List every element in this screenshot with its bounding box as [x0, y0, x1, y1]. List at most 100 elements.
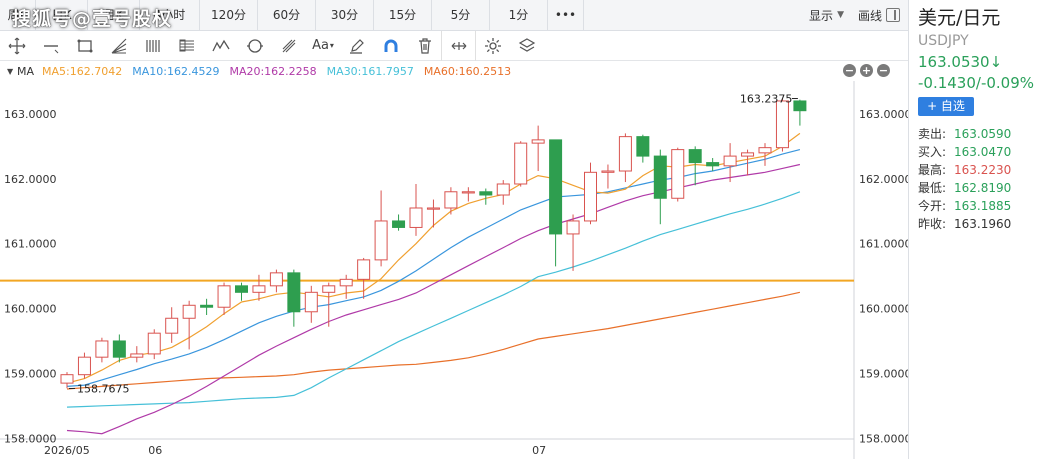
candle-body [775, 100, 789, 149]
candle-body [200, 304, 214, 308]
period-tab[interactable]: 5分 [432, 0, 490, 31]
quote-row: 最高: 163.2230 [918, 161, 1050, 179]
candle-body [304, 291, 318, 313]
candle-body [671, 149, 685, 199]
fib-icon[interactable] [170, 31, 204, 61]
period-tabs: 周K 日K 月K 4小时 120分 60分 30分 15分 5分 1分 ••• 显示 ▼ 画线 [0, 0, 908, 31]
magnet-icon[interactable] [374, 31, 408, 61]
price-change: -0.1430/-0.09% [918, 74, 1035, 92]
quote-label: 买入: [918, 145, 947, 159]
candle-body [252, 285, 266, 293]
quote-value: 163.1960 [954, 217, 1012, 231]
fan-icon[interactable] [102, 31, 136, 61]
settings-icon[interactable] [476, 31, 510, 61]
candle-body [584, 171, 597, 222]
candle-body [723, 155, 737, 167]
x-tick-label: 06 [148, 444, 162, 457]
candle-body [514, 142, 528, 185]
candle-body [793, 100, 807, 112]
quote-row: 卖出: 163.0590 [918, 125, 1050, 143]
y-tick-label-right: 163.0000 [859, 108, 908, 121]
x-tick-label: 07 [532, 444, 546, 457]
bars-icon[interactable] [136, 31, 170, 61]
ma5-line [66, 132, 801, 384]
ma-name: MA [17, 64, 35, 78]
trash-icon[interactable] [408, 30, 442, 61]
toolbar-right: 显示 ▼ 画线 [809, 0, 908, 30]
candle-body [77, 356, 91, 376]
candle-body [444, 191, 458, 209]
crosshair-icon[interactable] [0, 31, 34, 61]
quote-list: 卖出: 163.0590 买入: 163.0470 最高: 163.2230 最低: 162.… [918, 125, 1050, 233]
pen-icon[interactable] [340, 31, 374, 61]
candle-body [130, 353, 144, 358]
kline-chart-svg: 163.0000 163.0000 162.0000 162.0000 161.0000… [0, 81, 908, 459]
layers-icon[interactable] [510, 31, 544, 61]
candle-body [374, 220, 388, 261]
period-tab[interactable]: 60分 [258, 0, 316, 31]
candle-body [706, 162, 720, 167]
candle-body [426, 207, 440, 210]
ma30-value: MA30:161.7957 [326, 64, 414, 78]
drawing-toolbar: Aa ▾ [0, 30, 908, 61]
quote-row: 买入: 163.0470 [918, 143, 1050, 161]
add-watchlist-button[interactable]: + 自选 [918, 97, 974, 116]
period-tab[interactable]: 月K [88, 0, 140, 31]
quote-row: 昨收: 163.1960 [918, 215, 1050, 233]
period-tab[interactable]: 30分 [316, 0, 374, 31]
period-tab[interactable]: 4小时 [140, 0, 200, 31]
minimize-icon[interactable]: − [843, 64, 856, 77]
high-annotation: 163.2375 [740, 93, 793, 106]
period-tab[interactable]: 日K [36, 0, 88, 31]
quote-label: 今开: [918, 199, 947, 213]
ma5-value: MA5:162.7042 [42, 64, 123, 78]
ma-toggle-icon[interactable]: ▼ [7, 67, 17, 76]
draw-line-button[interactable]: 画线 [858, 7, 900, 24]
y-tick-label-right: 161.0000 [859, 238, 908, 251]
quote-value: 163.0470 [954, 145, 1012, 159]
period-list: 周K 日K 月K 4小时 120分 60分 30分 15分 5分 1分 ••• [0, 0, 584, 31]
y-tick-label-left: 160.0000 [4, 303, 57, 316]
chevron-down-icon: ▼ [837, 10, 844, 20]
ma20-value: MA20:162.2258 [229, 64, 317, 78]
candle-body [531, 139, 545, 144]
kline-chart[interactable]: 163.0000 163.0000 162.0000 162.0000 161.0000… [0, 81, 908, 459]
quote-label: 卖出: [918, 127, 947, 141]
x-tick-label: 2026/05 [44, 444, 90, 457]
quote-value: 162.8190 [954, 181, 1012, 195]
y-tick-label-right: 162.0000 [859, 173, 908, 186]
period-tab[interactable]: 120分 [200, 0, 258, 31]
ma60-line [66, 291, 801, 390]
y-tick-label-right: 159.0000 [859, 367, 908, 380]
period-tab[interactable]: 周K [0, 0, 36, 31]
candle-body [618, 136, 632, 172]
line-icon[interactable] [34, 31, 68, 61]
quote-value: 163.1885 [954, 199, 1012, 213]
display-dropdown[interactable]: 显示 ▼ [809, 7, 844, 24]
candle-body [357, 259, 371, 280]
pitchfork-icon[interactable] [272, 31, 306, 61]
ma60-value: MA60:160.2513 [423, 64, 512, 78]
candle-body [758, 147, 772, 154]
low-annotation: 158.7675 [77, 382, 130, 395]
rect-icon[interactable] [68, 31, 102, 61]
remove-icon[interactable]: − [877, 64, 890, 77]
text-icon[interactable]: Aa ▾ [306, 31, 340, 61]
y-tick-label-left: 159.0000 [4, 367, 57, 380]
period-tab[interactable]: 1分 [490, 0, 548, 31]
add-icon[interactable]: + [860, 64, 873, 77]
candle-body [339, 278, 353, 287]
arrows-icon[interactable] [442, 30, 476, 61]
candle-body [392, 220, 406, 228]
y-tick-label-left: 161.0000 [4, 238, 57, 251]
ma-legend: ▼ MA MA5:162.7042 MA10:162.4529 MA20:162… [0, 61, 908, 81]
candle-body [322, 285, 336, 293]
period-tab[interactable]: ••• [548, 0, 584, 31]
quote-panel: 美元/日元 USDJPY 163.0530↓ -0.1430/-0.09% + … [908, 0, 1050, 459]
wave-icon[interactable] [204, 31, 238, 61]
collapse-panel-icon[interactable] [886, 8, 900, 22]
cycle-icon[interactable] [238, 31, 272, 61]
candle-body [496, 183, 510, 196]
period-tab[interactable]: 15分 [374, 0, 432, 31]
candle-body [688, 149, 702, 164]
